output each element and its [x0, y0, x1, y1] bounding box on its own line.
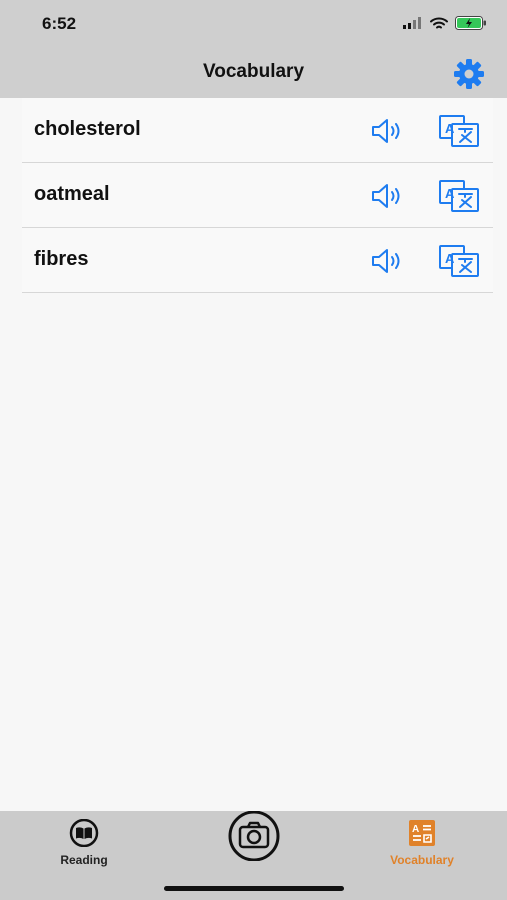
svg-text:A: A [445, 186, 455, 201]
translate-icon[interactable]: A [438, 114, 480, 148]
tab-label: Vocabulary [390, 853, 454, 867]
word-label: fibres [34, 248, 89, 270]
gear-icon[interactable] [452, 57, 486, 91]
translate-icon[interactable]: A [438, 179, 480, 213]
page-title: Vocabulary [202, 61, 305, 82]
status-time: 6:52 [42, 14, 77, 33]
tab-camera[interactable] [226, 810, 282, 865]
translate-icon[interactable]: A [438, 244, 480, 278]
cellular-signal-icon [403, 17, 421, 29]
speaker-icon[interactable] [370, 181, 406, 211]
camera-icon [228, 810, 280, 862]
svg-text:A: A [412, 824, 419, 835]
home-indicator [164, 886, 344, 891]
svg-text:A: A [445, 251, 455, 266]
battery-charging-icon [455, 16, 486, 30]
tab-reading[interactable]: Reading [44, 818, 124, 867]
speaker-icon[interactable] [370, 246, 406, 276]
list-item[interactable]: oatmeal A [22, 163, 493, 228]
word-label: cholesterol [34, 118, 141, 140]
tab-label: Reading [60, 853, 108, 867]
tab-vocabulary[interactable]: A Vocabulary [377, 819, 467, 867]
svg-text:A: A [445, 121, 455, 136]
list-item[interactable]: cholesterol A [22, 98, 493, 163]
word-label: oatmeal [34, 183, 110, 205]
flashcard-icon: A [409, 820, 435, 846]
vocabulary-list: cholesterol A oatmeal A fibres A [0, 98, 507, 293]
speaker-icon[interactable] [370, 116, 406, 146]
header: 6:52 Vocabulary [0, 0, 507, 98]
list-item[interactable]: fibres A [22, 228, 493, 293]
book-icon [69, 818, 99, 848]
wifi-icon [430, 17, 448, 28]
status-icons [403, 16, 487, 30]
